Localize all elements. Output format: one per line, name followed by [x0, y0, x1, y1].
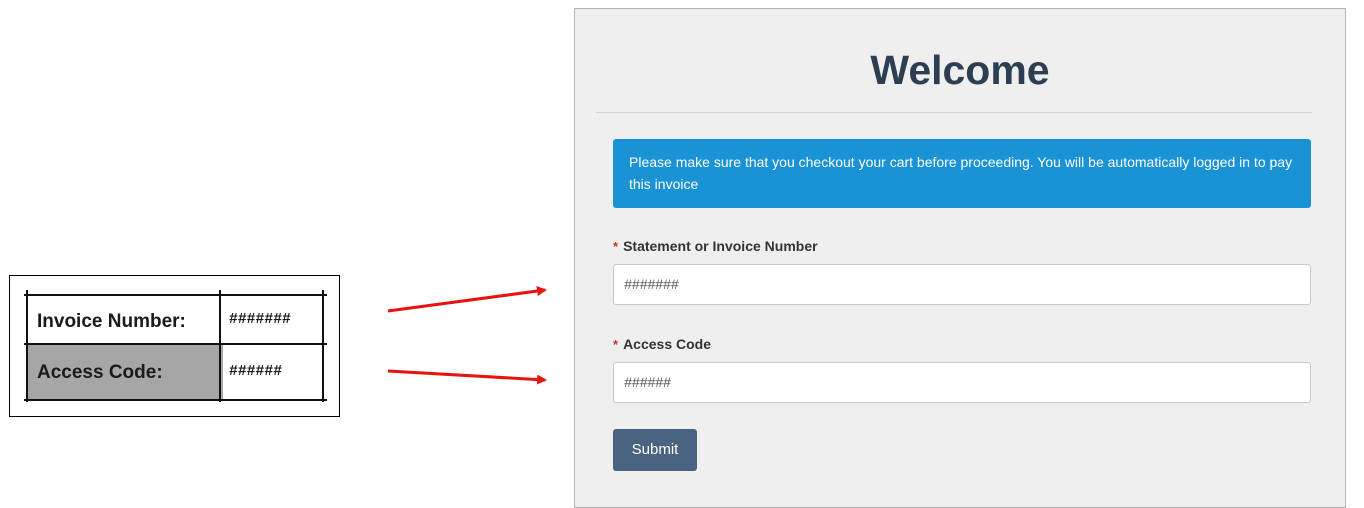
access-code-input[interactable]: ###### [613, 362, 1311, 403]
payment-login-panel: Welcome Please make sure that you checko… [574, 8, 1346, 508]
required-indicator: * [613, 337, 619, 352]
page-title: Welcome [870, 47, 1050, 93]
submit-button[interactable]: Submit [613, 429, 697, 471]
invoice-number-label: * Statement or Invoice Number [613, 238, 818, 254]
access-code-label: * Access Code [613, 336, 711, 352]
required-indicator: * [613, 239, 619, 254]
divider [596, 112, 1312, 113]
invoice-number-input[interactable]: ####### [613, 264, 1311, 305]
arrow-access-code [387, 369, 547, 385]
arrow-invoice [387, 286, 547, 313]
info-alert: Please make sure that you checkout your … [613, 139, 1311, 208]
invoice-number-label-text: Statement or Invoice Number [623, 238, 818, 254]
access-code-label-text: Access Code [623, 336, 711, 352]
